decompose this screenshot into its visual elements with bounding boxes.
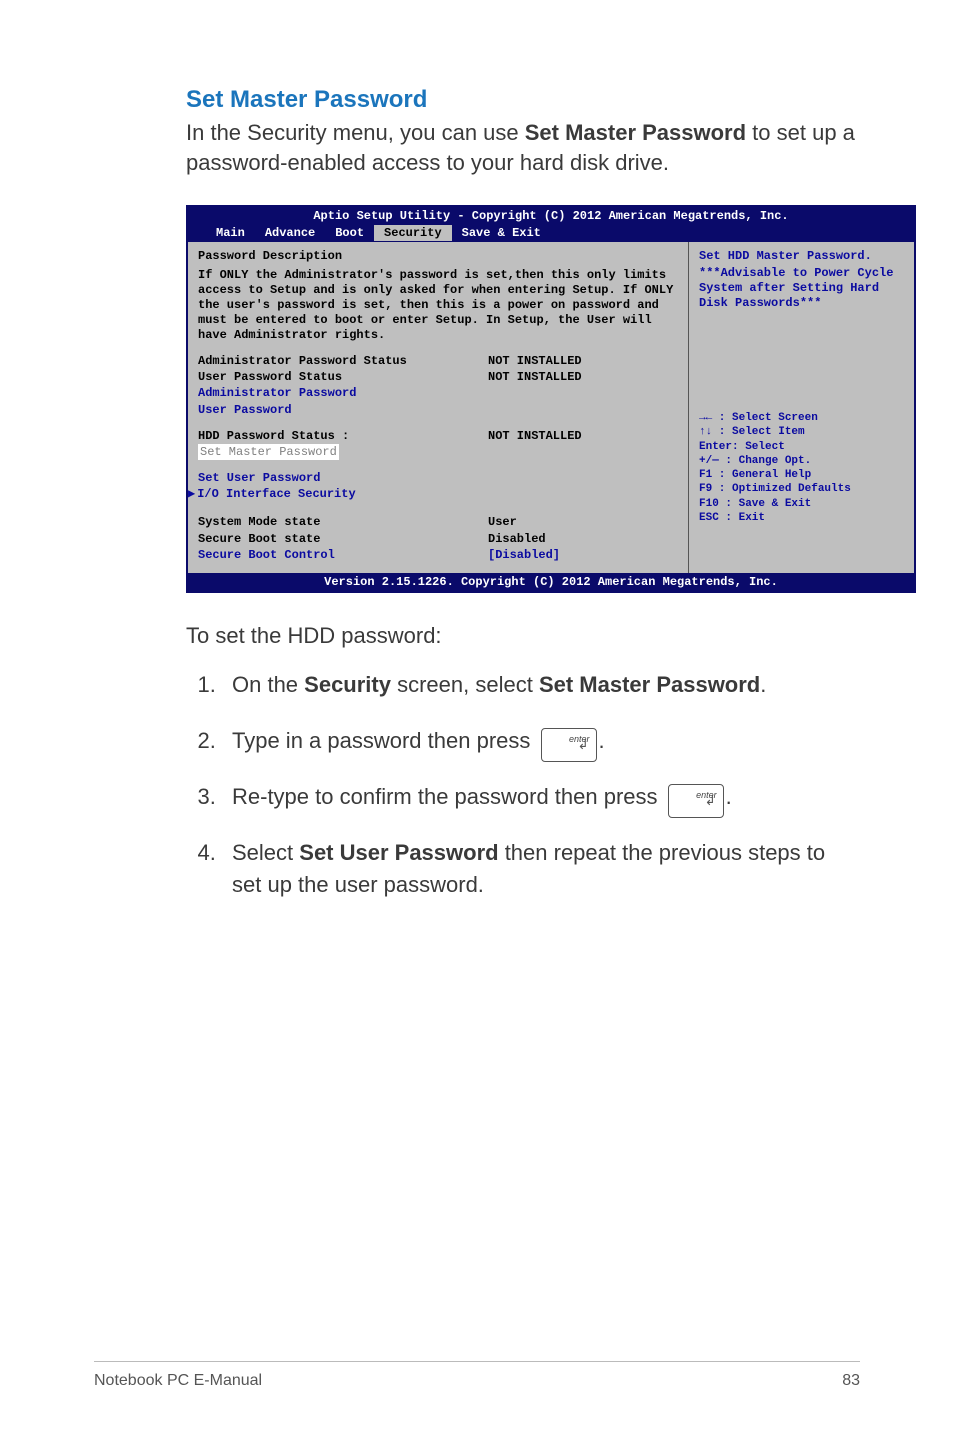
intro-text-bold: Set Master Password — [525, 120, 746, 145]
bios-tab-boot: Boot — [325, 225, 374, 241]
step-1-pre: On the — [232, 672, 304, 697]
steps-list: On the Security screen, select Set Maste… — [186, 669, 860, 900]
page-footer: Notebook PC E-Manual 83 — [94, 1361, 860, 1390]
step-3-post: . — [726, 784, 732, 809]
secure-boot-control-value: [Disabled] — [488, 547, 560, 563]
bios-footer-bar: Version 2.15.1226. Copyright (C) 2012 Am… — [188, 573, 914, 591]
user-password-label: User Password — [198, 402, 488, 418]
row-system-mode: System Mode state User — [198, 514, 678, 530]
key-save-exit: F10 : Save & Exit — [699, 497, 904, 511]
step-1-bold-1: Security — [304, 672, 391, 697]
bios-tab-save-exit: Save & Exit — [452, 225, 551, 241]
secure-boot-state-label: Secure Boot state — [198, 531, 488, 547]
step-2: Type in a password then press enter↲. — [222, 725, 860, 757]
step-2-pre: Type in a password then press — [232, 728, 537, 753]
step-3-pre: Re-type to confirm the password then pre… — [232, 784, 664, 809]
bios-help-title: Set HDD Master Password. — [699, 248, 904, 264]
system-mode-label: System Mode state — [198, 514, 488, 530]
bios-tab-security: Security — [374, 225, 452, 241]
intro-text-pre: In the Security menu, you can use — [186, 120, 525, 145]
user-status-value: NOT INSTALLED — [488, 369, 582, 385]
row-hdd-status: HDD Password Status : NOT INSTALLED — [198, 428, 678, 444]
step-1-post: . — [760, 672, 766, 697]
enter-arrow-icon: ↲ — [578, 736, 589, 755]
step-4-bold: Set User Password — [299, 840, 498, 865]
section-heading: Set Master Password — [186, 86, 860, 114]
set-user-password-label: Set User Password — [198, 470, 488, 486]
bios-tab-advance: Advance — [255, 225, 325, 241]
step-1-mid: screen, select — [391, 672, 539, 697]
io-interface-security-label: I/O Interface Security — [197, 486, 487, 502]
row-secure-boot-control: Secure Boot Control [Disabled] — [198, 547, 678, 563]
password-description-title: Password Description — [198, 248, 678, 264]
row-user-password: User Password — [198, 402, 678, 418]
step-4: Select Set User Password then repeat the… — [222, 837, 860, 901]
key-general-help: F1 : General Help — [699, 468, 904, 482]
bios-right-panel: Set HDD Master Password. ***Advisable to… — [689, 242, 914, 573]
bios-key-legend: →← : Select Screen ↑↓ : Select Item Ente… — [699, 411, 904, 525]
row-set-user: Set User Password — [198, 470, 678, 486]
row-admin-status: Administrator Password Status NOT INSTAL… — [198, 353, 678, 369]
bios-title-bar: Aptio Setup Utility - Copyright (C) 2012… — [188, 207, 914, 224]
admin-status-label: Administrator Password Status — [198, 353, 488, 369]
enter-arrow-icon: ↲ — [705, 792, 716, 811]
key-select-item: ↑↓ : Select Item — [699, 425, 904, 439]
page-number: 83 — [842, 1372, 860, 1390]
admin-status-value: NOT INSTALLED — [488, 353, 582, 369]
footer-title: Notebook PC E-Manual — [94, 1372, 262, 1390]
bios-body: Password Description If ONLY the Adminis… — [188, 242, 914, 573]
row-secure-boot-state: Secure Boot state Disabled — [198, 531, 678, 547]
bios-screenshot: Aptio Setup Utility - Copyright (C) 2012… — [186, 205, 916, 593]
secure-boot-control-label: Secure Boot Control — [198, 547, 488, 563]
submenu-arrow-icon: ▶ — [188, 486, 195, 502]
system-mode-value: User — [488, 514, 517, 530]
bios-left-panel: Password Description If ONLY the Adminis… — [188, 242, 689, 573]
bios-help-text: ***Advisable to Power Cycle System after… — [699, 266, 904, 311]
step-1-bold-2: Set Master Password — [539, 672, 760, 697]
step-1: On the Security screen, select Set Maste… — [222, 669, 860, 701]
admin-password-label: Administrator Password — [198, 385, 488, 401]
step-2-post: . — [599, 728, 605, 753]
secure-boot-state-value: Disabled — [488, 531, 546, 547]
row-io-interface-security: ▶I/O Interface Security — [188, 486, 678, 502]
row-user-status: User Password Status NOT INSTALLED — [198, 369, 678, 385]
intro-paragraph: In the Security menu, you can use Set Ma… — [186, 118, 860, 177]
key-select-screen: →← : Select Screen — [699, 411, 904, 425]
row-admin-password: Administrator Password — [198, 385, 678, 401]
key-enter-select: Enter: Select — [699, 440, 904, 454]
hdd-status-label: HDD Password Status : — [198, 428, 488, 444]
step-4-pre: Select — [232, 840, 299, 865]
key-optimized-defaults: F9 : Optimized Defaults — [699, 482, 904, 496]
key-change-opt: +/— : Change Opt. — [699, 454, 904, 468]
user-status-label: User Password Status — [198, 369, 488, 385]
step-3: Re-type to confirm the password then pre… — [222, 781, 860, 813]
bios-tab-bar: Main Advance Boot Security Save & Exit — [188, 225, 914, 242]
enter-key-icon: enter↲ — [541, 728, 597, 762]
row-set-master: Set Master Password — [198, 444, 678, 460]
key-exit: ESC : Exit — [699, 511, 904, 525]
steps-heading: To set the HDD password: — [186, 623, 860, 649]
bios-tab-main: Main — [206, 225, 255, 241]
enter-key-icon: enter↲ — [668, 784, 724, 818]
hdd-status-value: NOT INSTALLED — [488, 428, 582, 444]
set-master-password-selected: Set Master Password — [198, 444, 339, 460]
password-description-text: If ONLY the Administrator's password is … — [198, 268, 678, 343]
